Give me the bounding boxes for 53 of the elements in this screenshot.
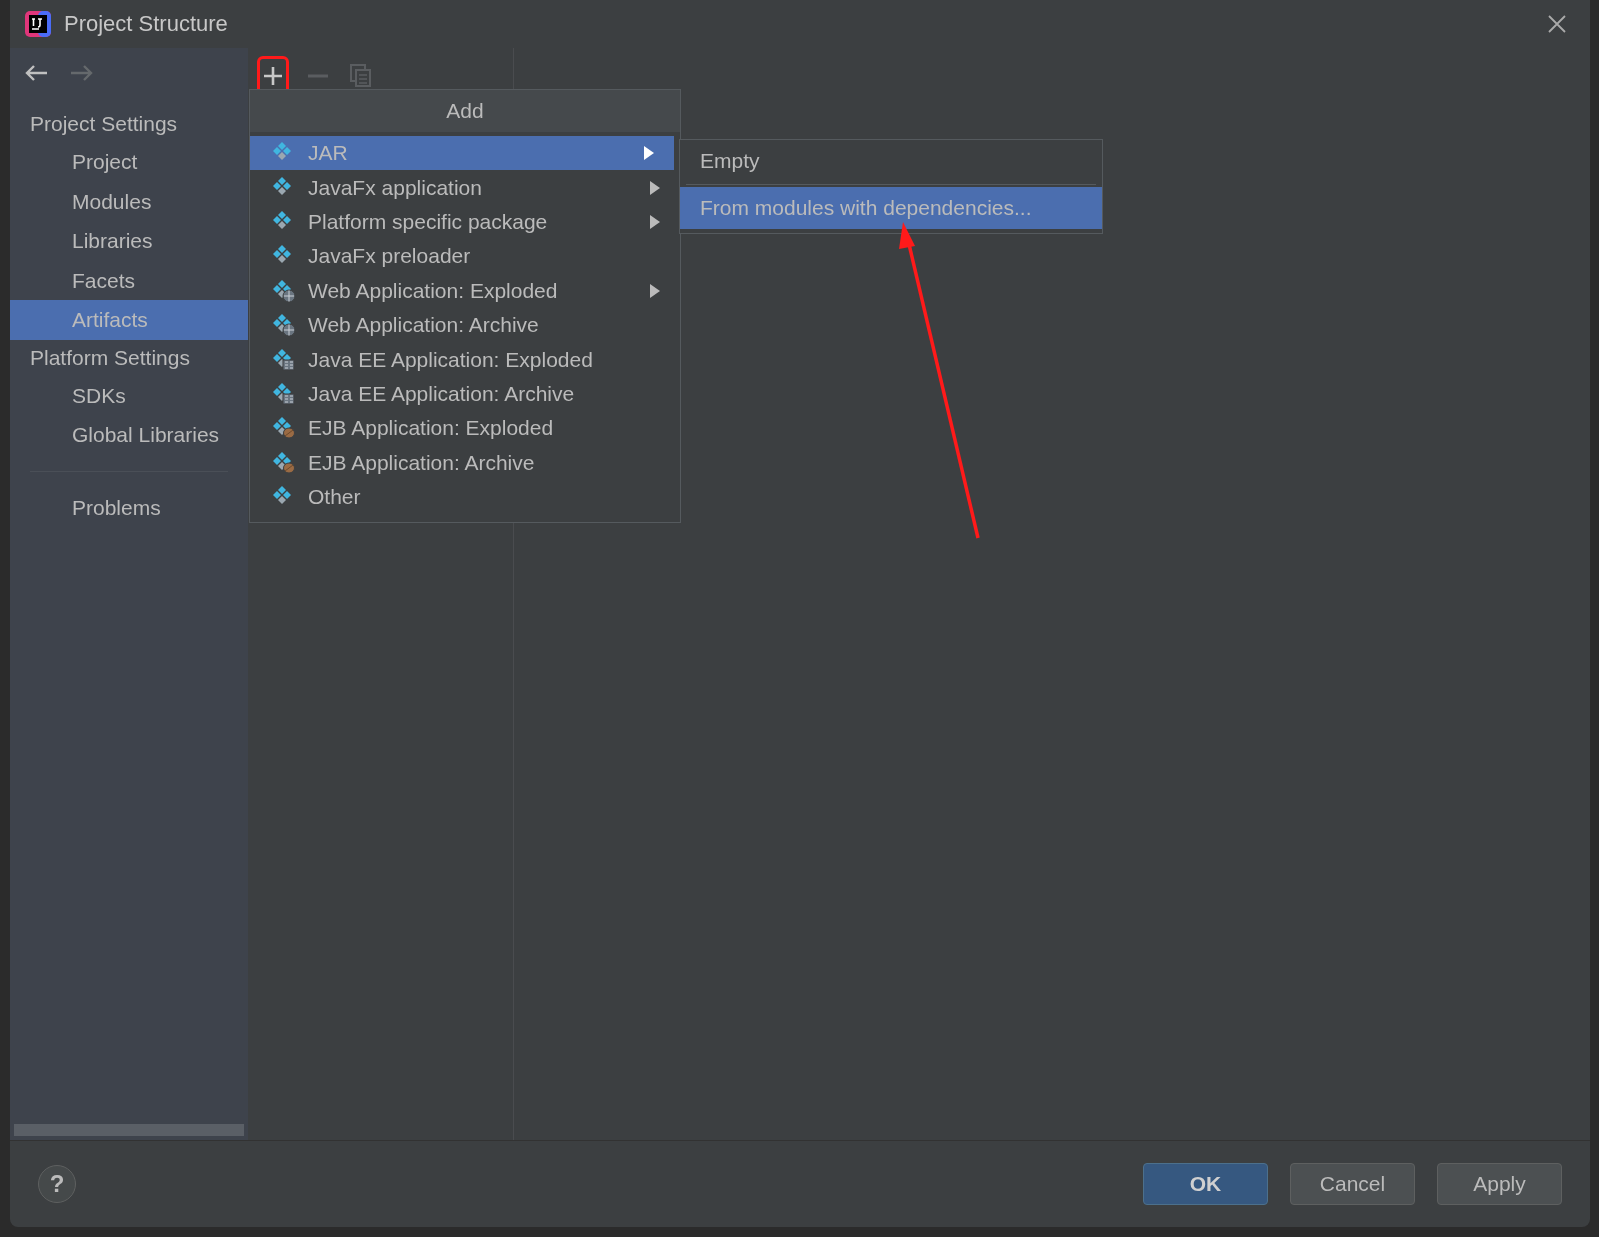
menu-item-label: Web Application: Exploded [308,278,559,303]
submenu-item[interactable]: From modules with dependencies... [680,187,1102,229]
sidebar-section-header: Platform Settings [29,344,191,371]
menu-item[interactable]: JavaFx application [250,170,680,205]
scrollbar[interactable] [14,1124,244,1136]
sidebar-item[interactable]: Modules [10,181,248,221]
menu-item[interactable]: Other [250,479,680,515]
artifact-icon [272,450,296,475]
menu-item[interactable]: JAR [250,136,674,171]
sidebar-item[interactable]: Project [10,142,248,182]
menu-item[interactable]: EJB Application: Exploded [250,411,680,446]
dialog-button[interactable]: Cancel [1290,1163,1415,1205]
menu-item-label: JavaFx application [308,175,483,200]
menu-item[interactable]: Java EE Application: Exploded [250,342,680,377]
menu-item[interactable]: Java EE Application: Archive [250,376,680,412]
menu-item-label: EJB Application: Archive [308,450,536,475]
back-arrow-icon[interactable] [24,64,48,82]
artifact-icon [272,416,296,441]
dialog-button[interactable]: OK [1143,1163,1268,1205]
menu-item[interactable]: EJB Application: Archive [250,445,680,480]
sidebar-item[interactable]: Artifacts [10,300,248,340]
menu-item[interactable]: JavaFx preloader [250,239,680,274]
menu-item-label: Other [308,485,362,510]
forward-arrow-icon[interactable] [70,64,94,82]
copy-icon[interactable] [350,64,372,88]
help-button[interactable]: ? [38,1165,76,1203]
close-icon[interactable] [1548,15,1566,33]
sidebar-item[interactable]: SDKs [10,375,248,415]
window-title: Project Structure [64,11,228,37]
menu-item-label: EJB Application: Exploded [308,416,555,441]
submenu-item[interactable]: Empty [680,140,1102,182]
menu-item[interactable]: Web Application: Archive [250,307,680,343]
sidebar-item[interactable]: Problems [10,487,248,527]
menu-item[interactable]: Web Application: Exploded [250,273,680,308]
menu-item-label: Platform specific package [308,209,549,234]
sidebar-item[interactable]: Facets [10,260,248,300]
artifact-icon [272,381,296,406]
artifact-icon [272,347,296,372]
menu-item-label: Java EE Application: Exploded [308,347,594,372]
sidebar-item[interactable]: Libraries [10,221,248,261]
sidebar-item[interactable]: Global Libraries [10,415,248,455]
menu-item-label: JavaFx preloader [308,244,472,269]
menu-item-label: Java EE Application: Archive [308,381,576,406]
dialog-button[interactable]: Apply [1437,1163,1562,1205]
menu-item-label: JAR [308,141,349,166]
artifact-icon [272,313,296,338]
artifact-icon [272,278,296,303]
menu-item-label: Web Application: Archive [308,313,540,338]
plus-icon [262,65,284,87]
app-logo-icon [24,10,52,38]
menu-item[interactable]: Platform specific package [250,204,680,240]
menu-title: Add [250,90,680,132]
sidebar-section-header: Project Settings [29,111,179,137]
